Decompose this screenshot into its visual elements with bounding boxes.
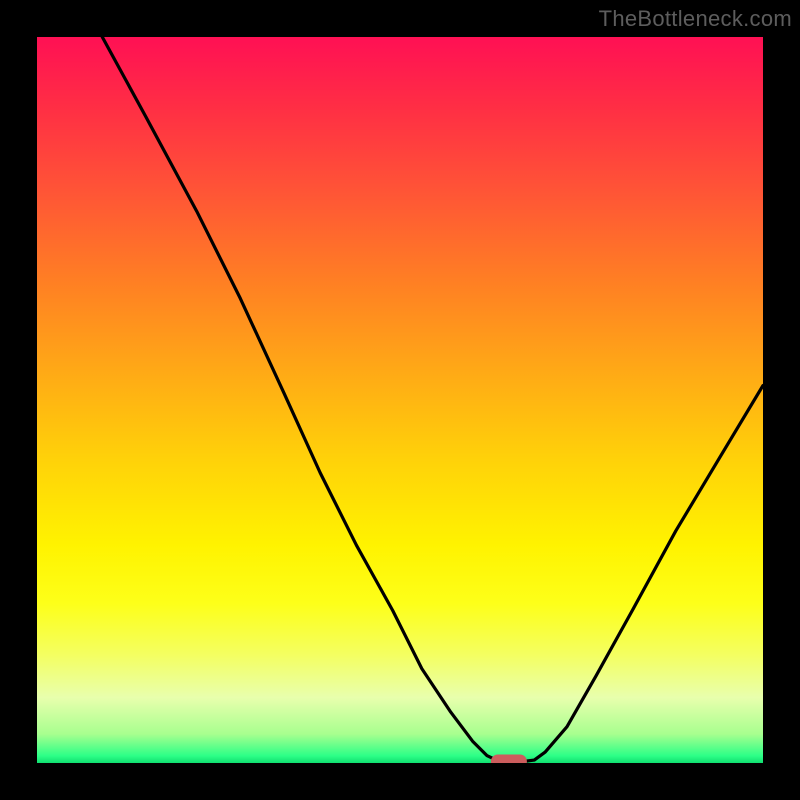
watermark-label: TheBottleneck.com xyxy=(599,6,792,32)
plot-area xyxy=(37,37,763,763)
background-gradient xyxy=(37,37,763,763)
chart-frame: TheBottleneck.com xyxy=(0,0,800,800)
